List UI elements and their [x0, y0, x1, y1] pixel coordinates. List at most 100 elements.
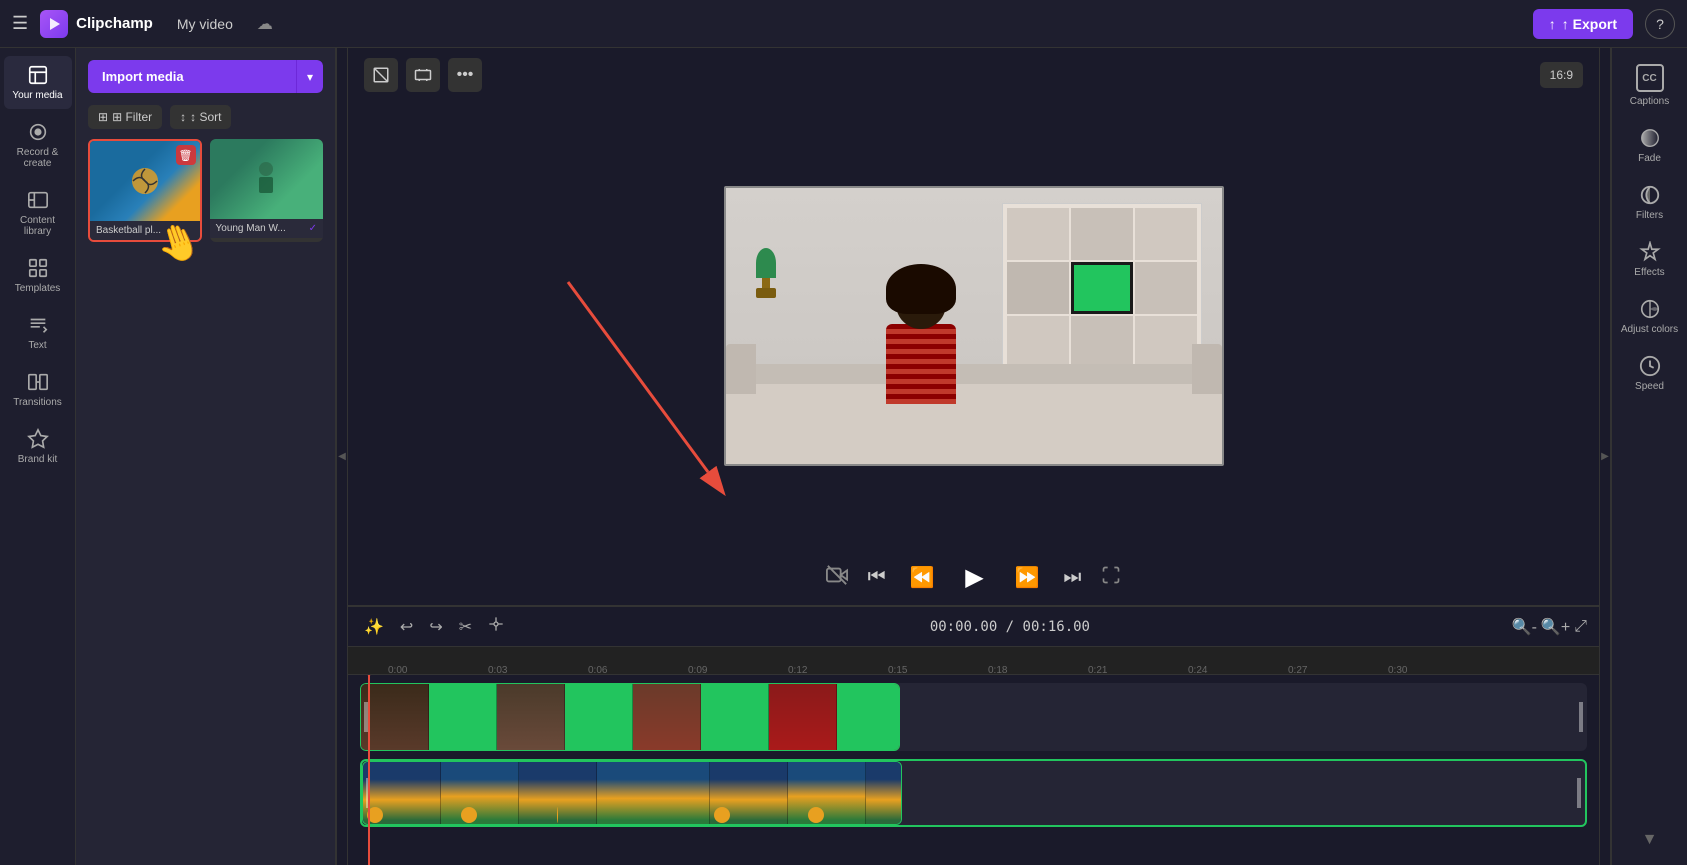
- sort-button[interactable]: ↕ ↕ Sort: [170, 105, 231, 129]
- sort-icon: ↕: [180, 110, 186, 124]
- effects-icon: [1639, 241, 1661, 263]
- filters-icon: [1639, 184, 1661, 206]
- sidebar-item-brand-kit[interactable]: Brand kit: [4, 420, 72, 473]
- bball-frame-4: [597, 762, 710, 824]
- frame-6: [701, 684, 769, 750]
- import-media-button[interactable]: Import media: [88, 60, 296, 93]
- sidebar-item-templates[interactable]: Templates: [4, 249, 72, 302]
- timeline-ruler: 0:00 0:03 0:06 0:09 0:12 0:15 0:18 0:21 …: [348, 647, 1599, 675]
- collapse-right-icon: ▶: [1601, 451, 1609, 462]
- fade-icon: [1639, 127, 1661, 149]
- media-label-basketball: Basketball pl...: [90, 221, 200, 240]
- app-name: Clipchamp: [76, 15, 153, 32]
- skip-forward-button[interactable]: ⏭: [1059, 562, 1085, 593]
- import-dropdown-button[interactable]: ▾: [296, 60, 323, 93]
- filter-button[interactable]: ⊞ ⊞ Filter: [88, 105, 162, 129]
- media-thumb-basketball: 🗑: [90, 141, 200, 221]
- sidebar-label-text: Text: [28, 340, 46, 351]
- export-button[interactable]: ↑ ↑ Export: [1533, 9, 1633, 39]
- filters-label: Filters: [1636, 210, 1663, 221]
- zoom-in-button[interactable]: 🔍+: [1541, 617, 1570, 637]
- clip-greenscreen[interactable]: [360, 683, 900, 751]
- undo-button[interactable]: ↩: [396, 613, 417, 641]
- sidebar-label-content-library: Content library: [8, 215, 68, 237]
- play-button[interactable]: ▶: [955, 557, 995, 597]
- right-tool-effects[interactable]: Effects: [1616, 233, 1684, 286]
- media-panel: Import media ▾ ⊞ ⊞ Filter ↕ ↕ Sort: [76, 48, 336, 865]
- sidebar-label-record-create: Record & create: [8, 147, 68, 169]
- youngman-check-icon: ✓: [309, 223, 317, 234]
- sidebar-label-templates: Templates: [15, 283, 61, 294]
- frame-7: [769, 684, 837, 750]
- main-layout: Your media Record & create Content libra…: [0, 48, 1687, 865]
- cloud-sync-icon: ☁: [257, 14, 273, 34]
- transform-tool-button[interactable]: [406, 58, 440, 92]
- sidebar-label-transitions: Transitions: [13, 397, 62, 408]
- preview-canvas-wrap: ↺: [348, 102, 1599, 549]
- sidebar-item-record-create[interactable]: Record & create: [4, 113, 72, 177]
- filter-label: ⊞ Filter: [112, 110, 152, 124]
- fullscreen-button[interactable]: [1101, 565, 1121, 590]
- frame-2: [429, 684, 497, 750]
- timeline-toolbar: ✨ ↩ ↪ ✂ 00:00.00 / 00:16.00 🔍- 🔍+ ⤢: [348, 607, 1599, 647]
- sidebar-label-brand-kit: Brand kit: [18, 454, 57, 465]
- sidebar-item-transitions[interactable]: Transitions: [4, 363, 72, 416]
- shelf-cell: [1071, 316, 1133, 368]
- media-panel-header: Import media ▾: [76, 48, 335, 105]
- rewind-button[interactable]: ⏪: [906, 561, 939, 594]
- sidebar-item-your-media[interactable]: Your media: [4, 56, 72, 109]
- bookshelf: [1002, 203, 1202, 373]
- help-button[interactable]: ?: [1645, 9, 1675, 39]
- aspect-ratio-button[interactable]: 16:9: [1540, 62, 1583, 88]
- media-item-basketball[interactable]: 🗑 Basketball pl... Add to timeline: [88, 139, 202, 242]
- right-sidebar-collapse-btn[interactable]: ▼: [1634, 823, 1666, 857]
- crop-tool-button[interactable]: [364, 58, 398, 92]
- bball-frame-5: [710, 762, 788, 824]
- export-arrow-icon: ↑: [1549, 16, 1556, 32]
- magic-tool-button[interactable]: ✨: [360, 613, 388, 641]
- right-tool-fade[interactable]: Fade: [1616, 119, 1684, 172]
- shelf-cell: [1135, 316, 1197, 368]
- cut-button[interactable]: ✂: [455, 613, 476, 641]
- fast-forward-button[interactable]: ⏩: [1011, 561, 1044, 594]
- right-panel-collapse-divider[interactable]: ▶: [1599, 48, 1611, 865]
- right-tool-filters[interactable]: Filters: [1616, 176, 1684, 229]
- zoom-out-button[interactable]: 🔍-: [1512, 617, 1537, 637]
- track-basketball[interactable]: [360, 759, 1587, 827]
- sidebar-item-text[interactable]: Text: [4, 306, 72, 359]
- skip-back-button[interactable]: ⏮: [864, 562, 890, 593]
- clip-basketball-frames: [363, 762, 901, 824]
- delete-media-icon[interactable]: 🗑: [176, 145, 196, 165]
- timeline-playhead[interactable]: [368, 675, 370, 865]
- right-tool-adjust-colors[interactable]: Adjust colors: [1616, 290, 1684, 343]
- frame-4: [565, 684, 633, 750]
- speed-label: Speed: [1635, 381, 1664, 392]
- bball-frame-6: [788, 762, 866, 824]
- app-logo: Clipchamp: [40, 10, 153, 38]
- import-label: Import media: [102, 69, 184, 84]
- right-tool-captions[interactable]: CC Captions: [1616, 56, 1684, 115]
- more-options-button[interactable]: •••: [448, 58, 482, 92]
- menu-icon[interactable]: ☰: [12, 13, 28, 34]
- track-greenscreen[interactable]: [360, 683, 1587, 751]
- split-button[interactable]: [484, 612, 508, 641]
- right-tool-speed[interactable]: Speed: [1616, 347, 1684, 400]
- person-hair: [886, 264, 956, 314]
- no-camera-button[interactable]: [826, 564, 848, 591]
- bball-frame-2: [441, 762, 519, 824]
- panel-collapse-divider[interactable]: ◀: [336, 48, 348, 865]
- media-thumb-youngman: [210, 139, 324, 219]
- redo-button[interactable]: ↪: [425, 613, 446, 641]
- sidebar-item-content-library[interactable]: Content library: [4, 181, 72, 245]
- scene-background: [726, 188, 1222, 464]
- fit-timeline-button[interactable]: ⤢: [1574, 617, 1587, 637]
- more-dots-icon: •••: [457, 66, 474, 84]
- adjust-colors-icon: [1639, 298, 1661, 320]
- cursor-annotation: 🤚: [76, 242, 335, 322]
- media-item-youngman[interactable]: Young Man W... ✓: [210, 139, 324, 242]
- filter-icon: ⊞: [98, 110, 108, 124]
- video-title[interactable]: My video: [165, 12, 245, 36]
- left-sidebar: Your media Record & create Content libra…: [0, 48, 76, 865]
- clip-basketball[interactable]: [362, 761, 902, 825]
- topbar: ☰ Clipchamp My video ☁ ↑ ↑ Export ?: [0, 0, 1687, 48]
